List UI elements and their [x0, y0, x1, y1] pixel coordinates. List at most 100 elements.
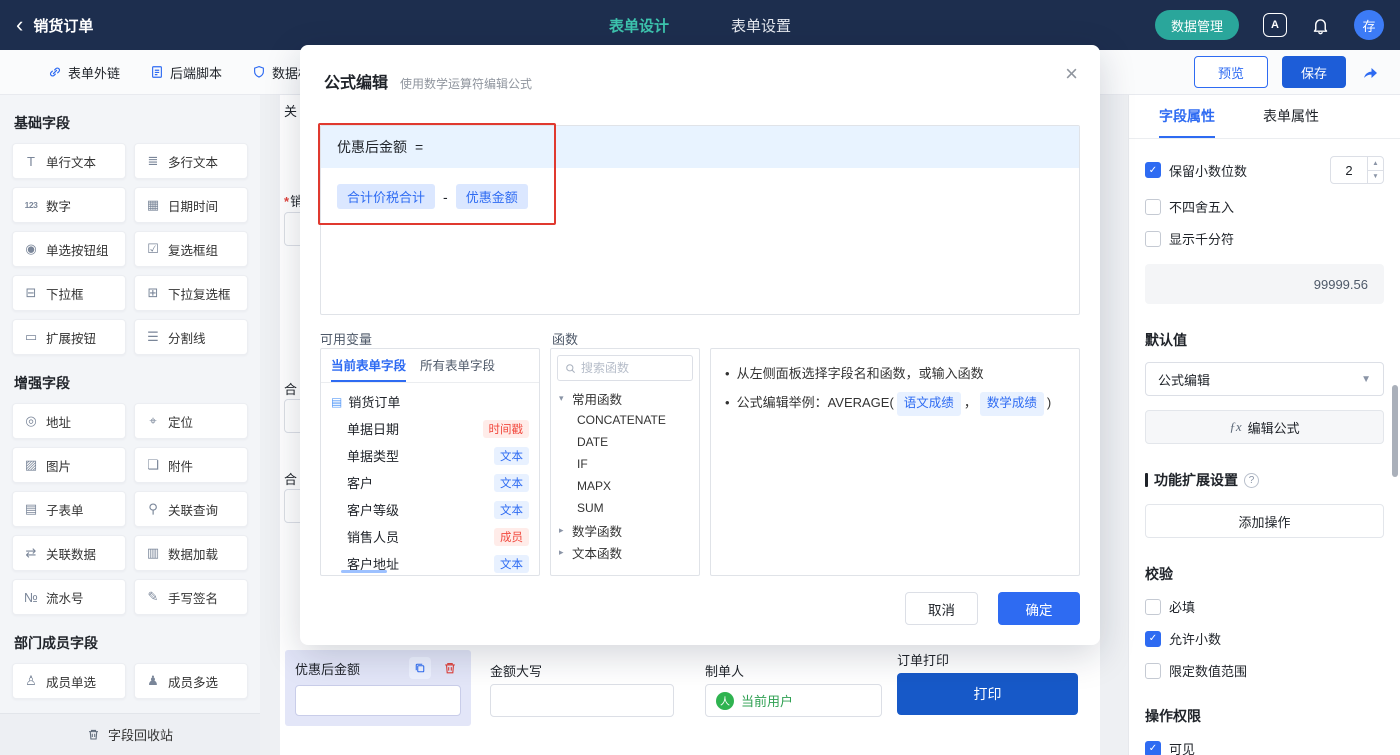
- decimal-places-stepper[interactable]: 2 ▲▼: [1330, 156, 1384, 184]
- tab-current-form-fields[interactable]: 当前表单字段: [331, 349, 406, 382]
- function-search-input[interactable]: [581, 361, 685, 375]
- field-type-radio-group[interactable]: ◉单选按钮组: [12, 231, 126, 267]
- function-item[interactable]: IF: [551, 453, 699, 475]
- allow-decimal-checkbox[interactable]: [1145, 631, 1161, 647]
- function-group-text[interactable]: ▸文本函数: [551, 541, 699, 563]
- tab-field-properties[interactable]: 字段属性: [1159, 95, 1215, 138]
- discount-amount-input[interactable]: [295, 685, 461, 716]
- tab-form-settings[interactable]: 表单设置: [731, 15, 791, 36]
- variable-row[interactable]: 销售人员成员: [321, 523, 539, 550]
- properties-panel: 字段属性 表单属性 保留小数位数 2 ▲▼ 不四舍五入 显示千分符 99999.…: [1128, 95, 1400, 755]
- tab-form-design[interactable]: 表单设计: [609, 15, 669, 36]
- minus-operator: -: [443, 189, 448, 205]
- function-group-common[interactable]: ▾常用函数: [551, 387, 699, 409]
- field-recycle-bin[interactable]: 字段回收站: [0, 713, 260, 755]
- field-chip-total[interactable]: 合计价税合计: [337, 184, 435, 209]
- save-button[interactable]: 保存: [1282, 56, 1346, 88]
- field-type-serial-number[interactable]: №流水号: [12, 579, 126, 615]
- value-range-row: 限定数值范围: [1145, 661, 1384, 680]
- field-type-member-multi[interactable]: ♟成员多选: [134, 663, 248, 699]
- tree-root-form[interactable]: ▤销货订单: [321, 388, 539, 415]
- variable-row[interactable]: 客户文本: [321, 469, 539, 496]
- form-external-link-item[interactable]: 表单外链: [48, 63, 120, 82]
- amount-words-label: 金额大写: [490, 661, 542, 680]
- tab-form-properties[interactable]: 表单属性: [1263, 95, 1319, 138]
- edit-formula-button[interactable]: ƒx 编辑公式: [1145, 410, 1384, 444]
- help-icon[interactable]: ?: [1244, 473, 1259, 488]
- tab-all-form-fields[interactable]: 所有表单字段: [420, 349, 495, 382]
- preview-button[interactable]: 预览: [1194, 56, 1268, 88]
- value-range-checkbox[interactable]: [1145, 663, 1161, 679]
- variable-row[interactable]: 客户等级文本: [321, 496, 539, 523]
- field-type-multi-dropdown[interactable]: ⊞下拉复选框: [134, 275, 248, 311]
- no-rounding-checkbox[interactable]: [1145, 199, 1161, 215]
- cancel-button[interactable]: 取消: [905, 592, 978, 625]
- function-item[interactable]: DATE: [551, 431, 699, 453]
- field-type-linked-query[interactable]: ⚲关联查询: [134, 491, 248, 527]
- stepper-up-icon[interactable]: ▲: [1368, 157, 1383, 171]
- delete-field-icon[interactable]: [439, 657, 461, 679]
- confirm-button[interactable]: 确定: [998, 592, 1080, 625]
- required-checkbox[interactable]: [1145, 599, 1161, 615]
- default-value-title: 默认值: [1145, 330, 1384, 350]
- decimal-places-checkbox[interactable]: [1145, 162, 1161, 178]
- document-icon: ▤: [331, 395, 342, 409]
- horizontal-scrollbar[interactable]: [341, 570, 387, 573]
- thousand-separator-checkbox[interactable]: [1145, 231, 1161, 247]
- thousand-separator-label: 显示千分符: [1169, 229, 1234, 248]
- stepper-down-icon[interactable]: ▼: [1368, 171, 1383, 184]
- field-type-datetime[interactable]: ▦日期时间: [134, 187, 248, 223]
- field-type-divider[interactable]: ☰分割线: [134, 319, 248, 355]
- share-icon[interactable]: [1360, 62, 1380, 82]
- back-icon[interactable]: ‹: [16, 14, 23, 36]
- field-type-multi-line-text[interactable]: ≣多行文本: [134, 143, 248, 179]
- equals-sign: =: [415, 139, 423, 155]
- dropdown-icon: ⊟: [23, 285, 39, 301]
- field-type-dropdown[interactable]: ⊟下拉框: [12, 275, 126, 311]
- add-action-button[interactable]: 添加操作: [1145, 504, 1384, 538]
- discount-amount-field-selected[interactable]: 优惠后金额: [285, 650, 471, 726]
- backend-script-item[interactable]: 后端脚本: [150, 63, 222, 82]
- field-type-location[interactable]: ⌖定位: [134, 403, 248, 439]
- print-button[interactable]: 打印: [897, 673, 1078, 715]
- field-type-checkbox-group[interactable]: ☑复选框组: [134, 231, 248, 267]
- field-type-member-single[interactable]: ♙成员单选: [12, 663, 126, 699]
- data-manage-button[interactable]: 数据管理: [1155, 10, 1239, 40]
- field-chip-discount[interactable]: 优惠金额: [456, 184, 528, 209]
- field-type-data-load[interactable]: ▥数据加载: [134, 535, 248, 571]
- visible-checkbox[interactable]: [1145, 741, 1161, 755]
- chevron-right-icon: ▸: [559, 525, 567, 536]
- field-type-address[interactable]: ◎地址: [12, 403, 126, 439]
- variable-row[interactable]: 单据日期时间戳: [321, 415, 539, 442]
- field-type-linked-data[interactable]: ⇄关联数据: [12, 535, 126, 571]
- function-group-math[interactable]: ▸数学函数: [551, 519, 699, 541]
- avatar[interactable]: 存: [1354, 10, 1384, 40]
- creator-field[interactable]: 人 当前用户: [705, 684, 882, 717]
- formula-expression[interactable]: 合计价税合计 - 优惠金额: [321, 168, 1079, 225]
- close-icon[interactable]: ×: [1065, 63, 1078, 85]
- field-type-subform[interactable]: ▤子表单: [12, 491, 126, 527]
- vertical-scrollbar[interactable]: [1392, 385, 1398, 477]
- field-type-attachment[interactable]: ❏附件: [134, 447, 248, 483]
- function-search-box[interactable]: [557, 355, 693, 381]
- function-item[interactable]: SUM: [551, 497, 699, 519]
- copy-field-icon[interactable]: [409, 657, 431, 679]
- function-item[interactable]: CONCATENATE: [551, 409, 699, 431]
- field-type-extend-button[interactable]: ▭扩展按钮: [12, 319, 126, 355]
- variable-row[interactable]: 单据类型文本: [321, 442, 539, 469]
- field-type-single-line-text[interactable]: T单行文本: [12, 143, 126, 179]
- function-item[interactable]: MAPX: [551, 475, 699, 497]
- topbar: ‹ 销货订单 表单设计 表单设置 数据管理 A 存: [0, 0, 1400, 50]
- formula-editor[interactable]: 优惠后金额 = 合计价税合计 - 优惠金额: [320, 125, 1080, 315]
- field-type-number[interactable]: 123数字: [12, 187, 126, 223]
- default-value-select[interactable]: 公式编辑 ▼: [1145, 362, 1384, 396]
- hints-panel: •从左侧面板选择字段名和函数，或输入函数 • 公式编辑举例：AVERAGE( 语…: [710, 348, 1080, 576]
- field-type-image[interactable]: ▨图片: [12, 447, 126, 483]
- field-type-signature[interactable]: ✎手写签名: [134, 579, 248, 615]
- bell-icon[interactable]: [1311, 16, 1330, 35]
- translate-icon[interactable]: A: [1263, 13, 1287, 37]
- amount-words-input[interactable]: [490, 684, 674, 717]
- no-rounding-row: 不四舍五入: [1145, 197, 1384, 216]
- field-type-label: 单选按钮组: [46, 240, 109, 259]
- field-type-label: 数字: [46, 196, 71, 215]
